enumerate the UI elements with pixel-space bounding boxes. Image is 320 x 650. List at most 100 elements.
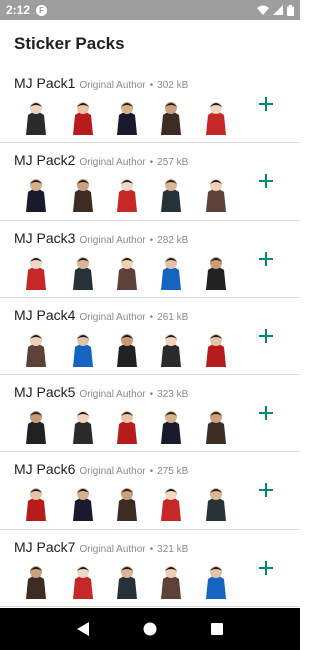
sticker-thumbnail <box>73 256 93 290</box>
pack-author: Original Author <box>79 543 146 555</box>
sticker-pack-row[interactable]: MJ Pack6 Original Author • 275 kB <box>0 452 300 530</box>
page-title: Sticker Packs <box>14 34 125 53</box>
recents-button[interactable] <box>206 618 228 640</box>
add-pack-button[interactable] <box>255 93 277 115</box>
pack-header: MJ Pack6 Original Author • 275 kB <box>14 461 188 477</box>
sticker-thumbnail <box>73 411 93 445</box>
pack-meta-separator: • <box>149 157 154 169</box>
sticker-preview-strip <box>14 97 239 135</box>
add-pack-button[interactable] <box>255 402 277 424</box>
sticker-thumbnail <box>73 333 93 367</box>
pack-meta-separator: • <box>149 466 154 478</box>
sticker-thumbnail <box>117 488 137 522</box>
pack-name: MJ Pack4 <box>14 306 76 323</box>
app-notification-icon: F <box>36 4 48 16</box>
add-pack-button[interactable] <box>255 325 277 347</box>
pack-size: 282 kB <box>157 234 189 246</box>
add-pack-button[interactable] <box>255 557 277 579</box>
sticker-thumbnail <box>73 488 93 522</box>
back-icon <box>77 622 90 636</box>
sticker-thumbnail <box>206 488 226 522</box>
pack-name: MJ Pack5 <box>14 384 76 401</box>
plus-icon <box>259 560 273 575</box>
pack-meta-separator: • <box>149 543 154 555</box>
sticker-thumbnail <box>117 565 137 599</box>
sticker-thumbnail <box>26 488 46 522</box>
add-pack-button[interactable] <box>255 479 277 501</box>
pack-author: Original Author <box>79 157 146 169</box>
pack-author: Original Author <box>79 311 146 323</box>
sticker-thumbnail <box>206 565 226 599</box>
sticker-thumbnail <box>206 411 226 445</box>
home-icon <box>143 622 157 636</box>
add-pack-button[interactable] <box>255 170 277 192</box>
sticker-pack-row[interactable]: MJ Pack2 Original Author • 257 kB <box>0 143 300 221</box>
sticker-pack-row[interactable]: MJ Pack7 Original Author • 321 kB <box>0 530 300 608</box>
status-time: 2:12 <box>6 3 31 17</box>
status-icons <box>257 4 294 16</box>
pack-header: MJ Pack1 Original Author • 302 kB <box>14 75 188 91</box>
pack-name: MJ Pack6 <box>14 461 76 478</box>
plus-icon <box>259 328 273 343</box>
recents-icon <box>210 623 223 635</box>
pack-meta-separator: • <box>149 389 154 401</box>
back-button[interactable] <box>72 618 94 640</box>
sticker-thumbnail <box>73 102 93 135</box>
sticker-thumbnail <box>26 179 46 213</box>
sticker-pack-row[interactable]: MJ Pack5 Original Author • 323 kB <box>0 375 300 453</box>
pack-name: MJ Pack1 <box>14 75 76 91</box>
sticker-thumbnail <box>161 488 181 522</box>
pack-author: Original Author <box>79 234 146 246</box>
sticker-thumbnail <box>206 256 226 290</box>
pack-size: 321 kB <box>157 543 189 555</box>
sticker-thumbnail <box>73 565 93 599</box>
sticker-preview-strip <box>14 406 239 445</box>
plus-icon <box>259 97 273 111</box>
wifi-icon <box>257 5 269 15</box>
sticker-thumbnail <box>161 179 181 213</box>
pack-author: Original Author <box>79 389 146 401</box>
sticker-thumbnail <box>26 256 46 290</box>
sticker-thumbnail <box>161 256 181 290</box>
home-button[interactable] <box>139 618 161 640</box>
sticker-thumbnail <box>117 256 137 290</box>
signal-icon <box>273 5 283 15</box>
battery-icon <box>287 4 294 16</box>
pack-header: MJ Pack3 Original Author • 282 kB <box>14 230 188 246</box>
pack-header: MJ Pack5 Original Author • 323 kB <box>14 384 188 400</box>
sticker-thumbnail <box>26 411 46 445</box>
sticker-thumbnail <box>206 179 226 213</box>
pack-meta-separator: • <box>149 311 154 323</box>
sticker-thumbnail <box>206 333 226 367</box>
plus-icon <box>259 174 273 189</box>
sticker-pack-row[interactable]: MJ Pack3 Original Author • 282 kB <box>0 221 300 298</box>
plus-icon <box>259 406 273 421</box>
pack-size: 257 kB <box>157 157 189 169</box>
sticker-pack-row[interactable]: MJ Pack1 Original Author • 302 kB <box>0 66 300 144</box>
pack-header: MJ Pack7 Original Author • 321 kB <box>14 539 188 555</box>
add-pack-button[interactable] <box>255 248 277 270</box>
pack-size: 261 kB <box>157 311 189 323</box>
pack-name: MJ Pack3 <box>14 229 76 246</box>
pack-author: Original Author <box>79 466 146 478</box>
sticker-thumbnail <box>73 179 93 213</box>
sticker-preview-strip <box>14 561 239 599</box>
pack-meta-separator: • <box>149 234 154 246</box>
sticker-thumbnail <box>161 333 181 367</box>
sticker-thumbnail <box>117 411 137 445</box>
pack-name: MJ Pack2 <box>14 152 76 169</box>
sticker-pack-row[interactable]: MJ Pack4 Original Author • 261 kB <box>0 298 300 376</box>
pack-author: Original Author <box>79 80 146 91</box>
sticker-pack-list[interactable]: MJ Pack1 Original Author • 302 kB MJ Pack2 Or… <box>0 66 300 608</box>
pack-meta-separator: • <box>149 80 154 91</box>
sticker-thumbnail <box>117 102 137 135</box>
pack-size: 323 kB <box>157 389 189 401</box>
sticker-thumbnail <box>26 102 46 135</box>
plus-icon <box>259 251 273 266</box>
sticker-preview-strip <box>14 252 239 290</box>
pack-header: MJ Pack4 Original Author • 261 kB <box>14 307 188 323</box>
sticker-thumbnail <box>26 565 46 599</box>
pack-header: MJ Pack2 Original Author • 257 kB <box>14 152 188 168</box>
pack-size: 302 kB <box>157 80 189 91</box>
sticker-thumbnail <box>161 102 181 135</box>
